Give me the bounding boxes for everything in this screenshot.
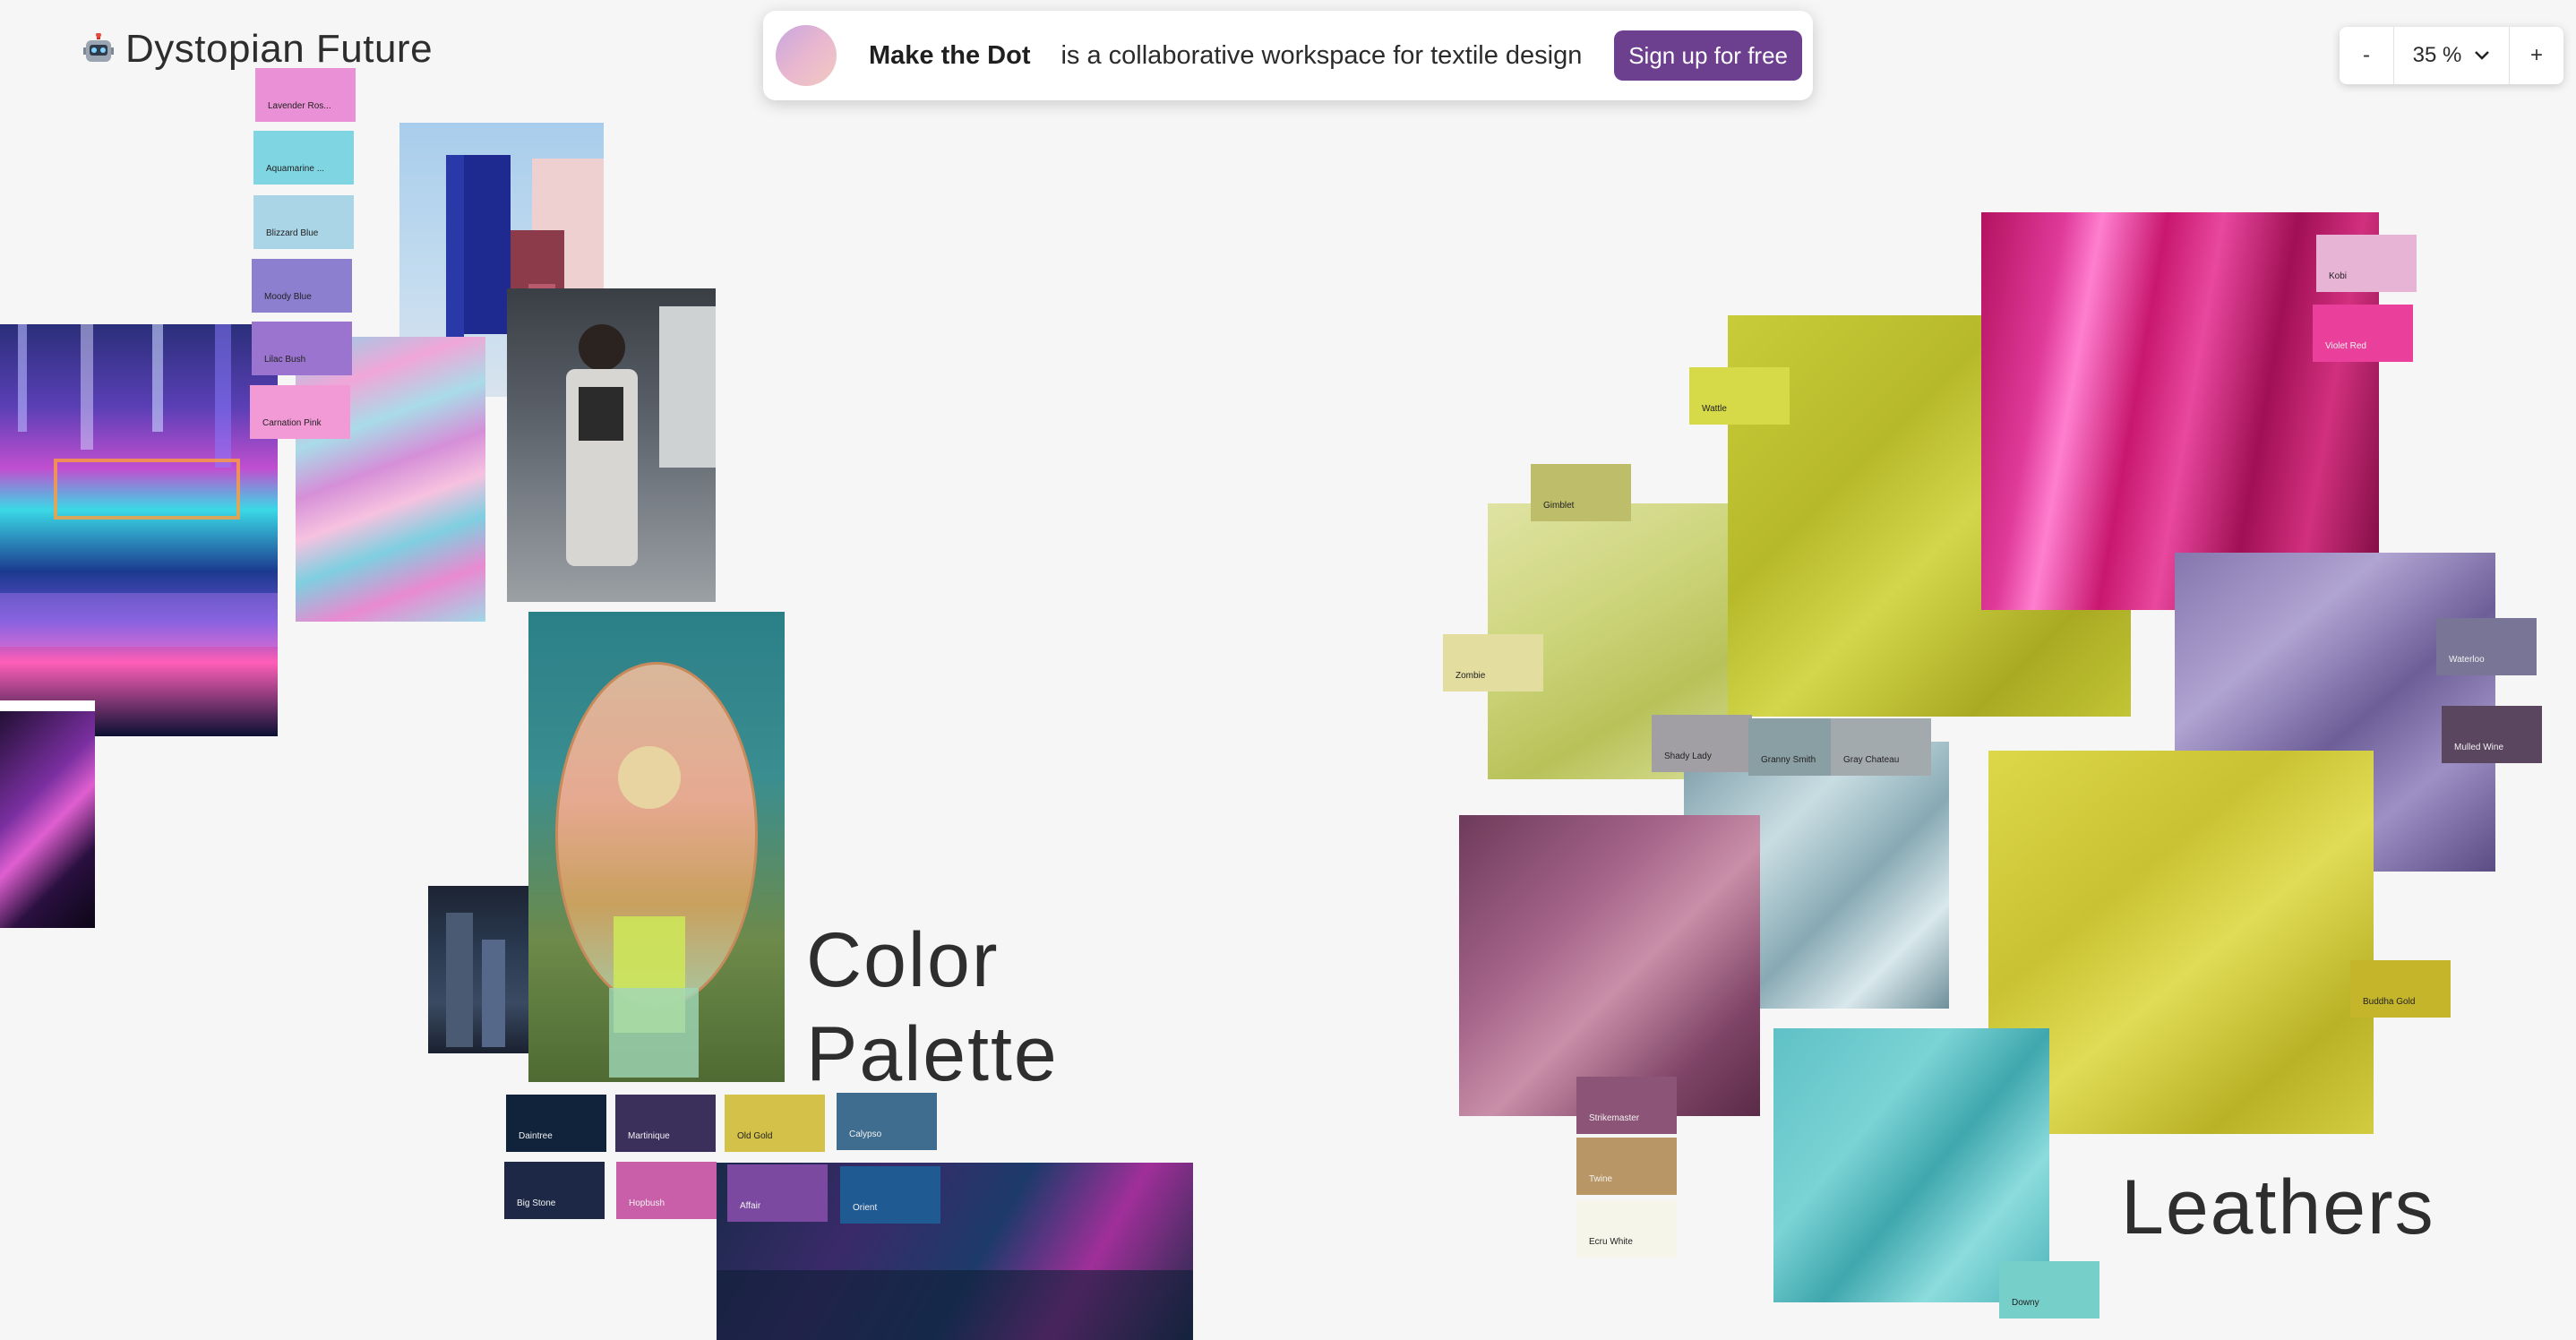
image-tropical-leaves[interactable] <box>0 700 95 928</box>
swatch-label: Kobi <box>2329 271 2348 281</box>
swatch-label: Carnation Pink <box>262 418 322 428</box>
zoom-level-select[interactable]: 35 % <box>2393 27 2510 84</box>
swatch-orient[interactable]: Orient <box>840 1166 940 1224</box>
swatch-label: Lilac Bush <box>264 355 306 365</box>
swatch-label: Hopbush <box>629 1198 665 1208</box>
swatch-label: Moody Blue <box>264 292 312 302</box>
swatch-label: Orient <box>853 1203 878 1213</box>
zoom-control: - 35 % + <box>2340 27 2563 84</box>
image-oval-portrait[interactable] <box>528 612 785 1082</box>
swatch-lavender-rose[interactable]: Lavender Ros... <box>255 68 356 122</box>
section-title-color-palette: Color Palette <box>806 917 1059 1097</box>
swatch-waterloo[interactable]: Waterloo <box>2436 618 2537 675</box>
swatch-old-gold[interactable]: Old Gold <box>725 1095 825 1152</box>
swatch-zombie[interactable]: Zombie <box>1443 634 1543 691</box>
promo-banner: Make the Dot is a collaborative workspac… <box>763 11 1813 100</box>
moodboard-canvas[interactable]: Dystopian Future Make the Dot is a colla… <box>0 0 2576 1340</box>
promo-tagline: is a collaborative workspace for textile… <box>1060 40 1583 70</box>
swatch-aquamarine[interactable]: Aquamarine ... <box>253 131 354 185</box>
swatch-label: Calypso <box>849 1130 882 1139</box>
swatch-twine[interactable]: Twine <box>1576 1138 1677 1195</box>
swatch-label: Blizzard Blue <box>266 228 319 238</box>
brand-name: Make the Dot <box>869 40 1031 70</box>
swatch-gimblet[interactable]: Gimblet <box>1531 464 1631 521</box>
swatch-label: Gray Chateau <box>1843 755 1900 765</box>
swatch-label: Downy <box>2012 1298 2039 1308</box>
swatch-label: Shady Lady <box>1664 752 1712 761</box>
image-night-city[interactable] <box>428 886 528 1053</box>
swatch-shady-lady[interactable]: Shady Lady <box>1652 715 1752 772</box>
board-name: Dystopian Future <box>125 27 434 71</box>
swatch-hopbush[interactable]: Hopbush <box>616 1162 717 1219</box>
section-title-leathers: Leathers <box>2121 1164 2435 1250</box>
swatch-affair[interactable]: Affair <box>727 1164 828 1222</box>
swatch-label: Aquamarine ... <box>266 164 325 174</box>
brand-logo <box>776 25 837 86</box>
swatch-label: Granny Smith <box>1761 755 1816 765</box>
image-street-style[interactable] <box>507 288 716 602</box>
swatch-daintree[interactable]: Daintree <box>506 1095 606 1152</box>
robot-icon <box>82 32 115 65</box>
swatch-label: Wattle <box>1702 404 1727 414</box>
swatch-label: Martinique <box>628 1131 670 1141</box>
swatch-wattle[interactable]: Wattle <box>1689 367 1790 425</box>
swatch-kobi[interactable]: Kobi <box>2316 235 2417 292</box>
swatch-moody-blue[interactable]: Moody Blue <box>252 259 352 313</box>
swatch-ecru-white[interactable]: Ecru White <box>1576 1200 1677 1258</box>
zoom-level-value: 35 % <box>2412 43 2462 67</box>
signup-button[interactable]: Sign up for free <box>1614 30 1802 81</box>
zoom-in-button[interactable]: + <box>2510 27 2563 84</box>
swatch-label: Old Gold <box>737 1131 773 1141</box>
swatch-lilac-bush[interactable]: Lilac Bush <box>252 322 352 375</box>
image-pink-marble[interactable] <box>296 337 485 622</box>
swatch-label: Big Stone <box>517 1198 556 1208</box>
swatch-label: Buddha Gold <box>2363 997 2416 1007</box>
chevron-down-icon <box>2475 51 2490 60</box>
swatch-violet-red[interactable]: Violet Red <box>2313 305 2413 362</box>
swatch-carnation-pink[interactable]: Carnation Pink <box>250 385 350 439</box>
board-title: Dystopian Future <box>82 27 433 72</box>
swatch-blizzard-blue[interactable]: Blizzard Blue <box>253 195 354 249</box>
swatch-label: Lavender Ros... <box>268 101 331 111</box>
swatch-strikemaster[interactable]: Strikemaster <box>1576 1077 1677 1134</box>
swatch-label: Mulled Wine <box>2454 743 2504 752</box>
zoom-out-button[interactable]: - <box>2340 27 2393 84</box>
image-cyberpunk-pool[interactable] <box>0 324 278 736</box>
swatch-label: Affair <box>740 1201 761 1211</box>
swatch-label: Gimblet <box>1543 501 1575 511</box>
swatch-big-stone[interactable]: Big Stone <box>504 1162 605 1219</box>
swatch-label: Daintree <box>519 1131 553 1141</box>
swatch-label: Waterloo <box>2449 655 2485 665</box>
swatch-label: Ecru White <box>1589 1237 1633 1247</box>
swatch-label: Strikemaster <box>1589 1113 1640 1123</box>
swatch-buddha-gold[interactable]: Buddha Gold <box>2350 960 2451 1018</box>
swatch-label: Twine <box>1589 1174 1613 1184</box>
swatch-label: Violet Red <box>2325 341 2366 351</box>
swatch-label: Zombie <box>1455 671 1486 681</box>
swatch-martinique[interactable]: Martinique <box>615 1095 716 1152</box>
swatch-downy[interactable]: Downy <box>1999 1261 2099 1319</box>
swatch-gray-chateau[interactable]: Gray Chateau <box>1831 718 1931 776</box>
image-rose-snake-leather[interactable] <box>1459 815 1760 1116</box>
swatch-mulled-wine[interactable]: Mulled Wine <box>2442 706 2542 763</box>
